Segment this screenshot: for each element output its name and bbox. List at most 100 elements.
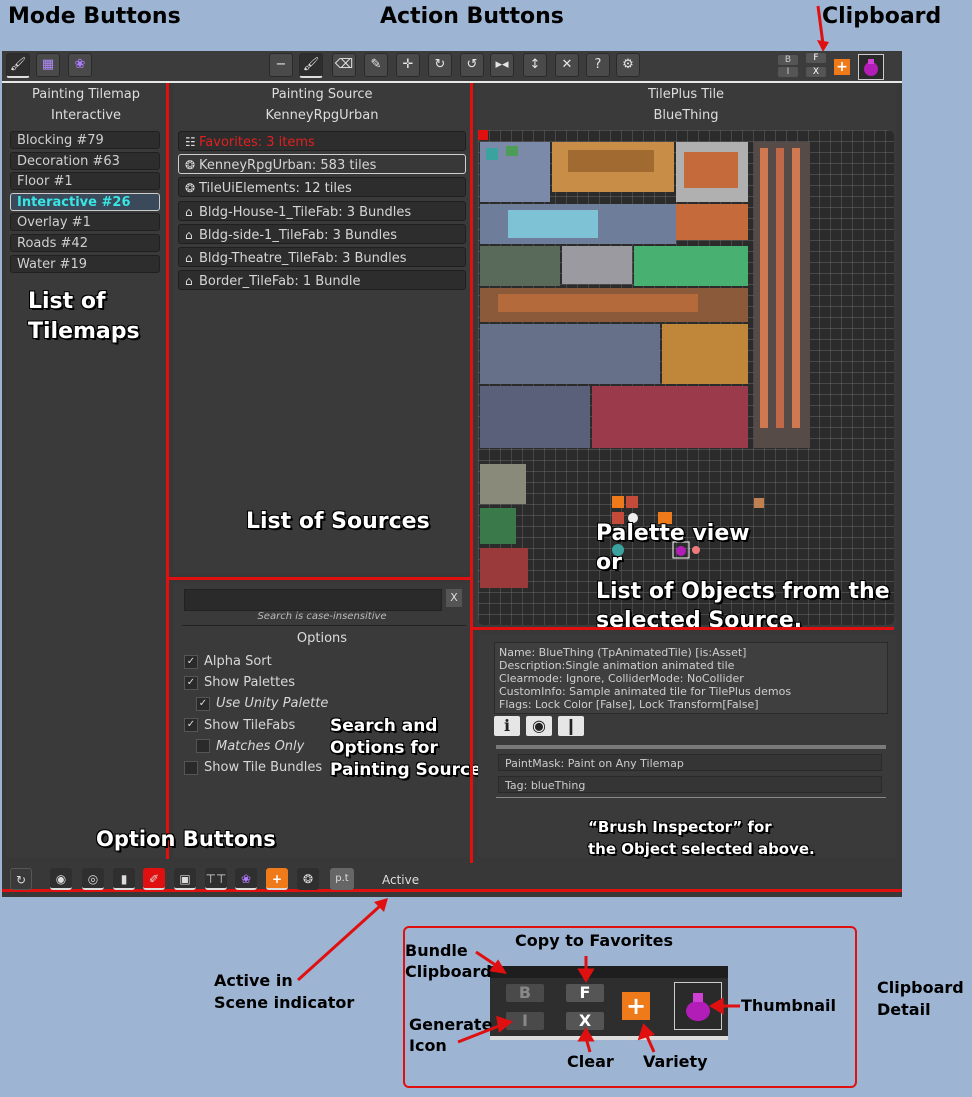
paintmask-field: PaintMask: Paint on Any Tilemap [498, 754, 882, 771]
palette-view-label: Palette view or List of Objects from the… [596, 521, 890, 633]
checkmark-icon[interactable]: ✓ [196, 696, 210, 711]
checkmark-icon[interactable]: ✓ [184, 675, 198, 690]
thumbnail-icon [864, 59, 878, 76]
minus-button[interactable]: − [269, 53, 293, 77]
search-hint: Search is case-insensitive [257, 611, 387, 622]
rotate-cw-button[interactable]: ↻ [428, 53, 452, 77]
source-item[interactable]: ⌂ Border_TileFab: 1 Bundle [178, 270, 466, 291]
option-label: Show TileFabs [204, 717, 296, 733]
option-checkbox[interactable]: ✓ Show TileFabs [184, 718, 295, 733]
palette-button[interactable]: ❂ [297, 868, 319, 890]
palette-mode-button[interactable]: ❀ [68, 53, 92, 77]
paint-action-button[interactable]: 🖌 [299, 53, 323, 78]
tilemap-item[interactable]: Water #19 [10, 254, 160, 273]
checkmark-icon[interactable]: ✓ [184, 718, 198, 733]
eye-icon: ◉ [532, 716, 546, 735]
document-icon: ❙ [564, 716, 578, 735]
source-item[interactable]: ❂ TileUiElements: 12 tiles [178, 177, 466, 198]
clear-clipboard-button[interactable]: X [806, 67, 826, 77]
pt-button[interactable]: p.t [330, 868, 354, 890]
tilemap-item[interactable]: Blocking #79 [10, 131, 160, 149]
source-item[interactable]: ⌂ Bldg-Theatre_TileFab: 3 Bundles [178, 247, 466, 267]
settings-button[interactable]: ⚙ [616, 53, 640, 77]
text-button[interactable]: ⊤⊤ [205, 868, 227, 890]
tilemap-item[interactable]: Overlay #1 [10, 213, 160, 232]
palette-dots-button[interactable]: ❀ [235, 868, 257, 890]
grid-icon: ▦ [41, 57, 55, 72]
target-icon: ◎ [87, 872, 99, 886]
variety-button[interactable]: + [834, 59, 850, 75]
clipboard-arrow-icon [816, 5, 829, 52]
close-button[interactable]: ✕ [555, 53, 579, 77]
visibility-button[interactable]: ◉ [50, 868, 72, 890]
palette-dots-icon: ❀ [240, 872, 252, 886]
option-buttons-label: Option Buttons [96, 827, 276, 851]
divider-line-3 [168, 577, 472, 580]
tilemap-item[interactable]: Floor #1 [10, 172, 160, 191]
source-item[interactable]: ⌂ Bldg-side-1_TileFab: 3 Bundles [178, 223, 466, 244]
search-hint-divider [182, 625, 466, 626]
option-label: Use Unity Palette [216, 696, 329, 712]
help-button[interactable]: ? [586, 53, 610, 77]
clipboard-thumbnail[interactable] [858, 54, 884, 80]
eye-button[interactable]: ◉ [526, 716, 552, 736]
variety-toggle-button[interactable]: + [266, 868, 288, 890]
focus-button[interactable]: ◎ [82, 868, 104, 890]
lock-button[interactable]: ▣ [174, 868, 196, 890]
flip-y-button[interactable]: ↕ [523, 53, 547, 77]
generate-icon-button[interactable]: I [778, 67, 798, 77]
copy-to-favorites-button[interactable]: F [806, 53, 826, 63]
erase-button[interactable]: ⌫ [332, 53, 356, 77]
rotate-ccw-button[interactable]: ↺ [460, 53, 484, 77]
tilemap-item[interactable]: Decoration #63 [10, 151, 160, 170]
search-input[interactable] [184, 589, 442, 611]
option-label: Matches Only [216, 738, 305, 754]
option-checkbox[interactable]: Matches Only [196, 739, 304, 754]
tilemap-item[interactable]: Roads #42 [10, 234, 160, 252]
grid-mode-button[interactable]: ▦ [36, 53, 60, 77]
pt-icon: p.t [335, 873, 349, 884]
source-item[interactable]: ⌂ Bldg-House-1_TileFab: 3 Bundles [178, 200, 466, 221]
close-icon: ✕ [561, 57, 573, 72]
lock-icon: ▣ [179, 872, 191, 886]
option-checkbox[interactable]: ✓ Use Unity Palette [196, 696, 328, 711]
inspector-divider [496, 745, 886, 749]
tileplus-painter-window: 🖌 ▦ ❀ − 🖌 ⌫ ✎ ✛ ↻ ↺ ▸◂ ↕ ✕ ? ⚙ B F I X +… [2, 51, 902, 897]
source-item[interactable]: ☷ Favorites: 3 items [178, 131, 466, 151]
inspector-lines: Name: BlueThing (TpAnimatedTile) [is:Ass… [495, 643, 887, 714]
option-label: Show Tile Bundles [204, 760, 323, 775]
divider-line-1 [166, 83, 169, 859]
paint-mask-button[interactable]: ✐ [143, 868, 165, 890]
flip-x-button[interactable]: ▸◂ [490, 53, 514, 77]
plus-icon: + [271, 872, 283, 886]
option-checkbox[interactable]: ✓ Show Palettes [184, 675, 295, 690]
checkmark-icon[interactable]: ✓ [184, 654, 198, 669]
clipboard-detail-annotation: Clipboard Detail [877, 978, 964, 1019]
checkbox-empty-icon[interactable] [184, 760, 198, 775]
search-clear-button[interactable]: X [446, 589, 462, 607]
eraser-icon: ⌫ [334, 57, 354, 72]
mode-buttons-heading: Mode Buttons [8, 4, 181, 29]
paint-mode-button[interactable]: 🖌 [6, 53, 30, 78]
info-button[interactable]: i [494, 716, 520, 736]
eyedropper-icon: ✎ [370, 57, 382, 72]
source-item-label: KenneyRpgUrban: 583 tiles [199, 158, 377, 174]
bundle-clipboard-button[interactable]: B [778, 55, 798, 65]
move-button[interactable]: ✛ [396, 53, 420, 77]
option-checkbox[interactable]: Show Tile Bundles [184, 760, 322, 775]
checkbox-empty-icon[interactable] [196, 739, 210, 754]
tilemap-item[interactable]: Interactive #26 [10, 192, 160, 211]
detail-arrows-icon [457, 950, 740, 1053]
refresh-button[interactable]: ↻ [10, 868, 32, 890]
source-item-label: Bldg-House-1_TileFab: 3 Bundles [199, 204, 412, 220]
inspector-line: Name: BlueThing (TpAnimatedTile) [is:Ass… [499, 646, 747, 659]
eye-icon: ◉ [55, 872, 67, 886]
document-button[interactable]: ❙ [558, 716, 584, 736]
trash-button[interactable]: ▮ [113, 868, 135, 890]
active-in-scene-annotation: Active in Scene indicator [214, 971, 355, 1012]
source-item-label: Bldg-side-1_TileFab: 3 Bundles [199, 227, 398, 243]
option-checkbox[interactable]: ✓ Alpha Sort [184, 654, 272, 669]
palette-icon: ❂ [185, 181, 196, 196]
source-item[interactable]: ❂ KenneyRpgUrban: 583 tiles [178, 154, 466, 175]
pick-button[interactable]: ✎ [364, 53, 388, 77]
